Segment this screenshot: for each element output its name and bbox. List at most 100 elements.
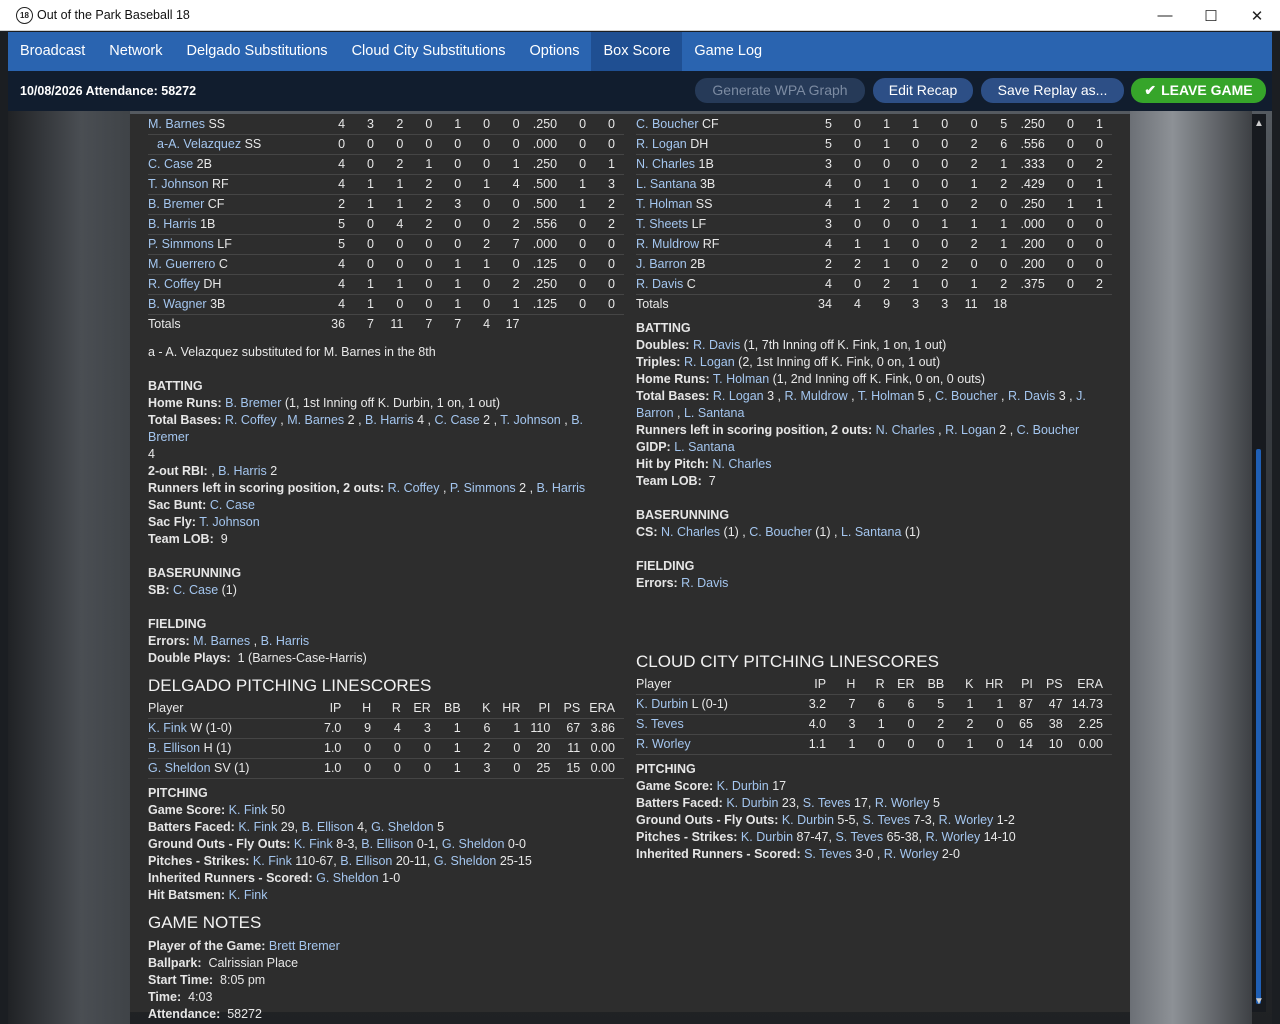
player-link[interactable]: T. Johnson xyxy=(500,413,560,427)
menu-broadcast[interactable]: Broadcast xyxy=(8,32,97,71)
scroll-down-icon[interactable]: ▼ xyxy=(1254,996,1264,1007)
scroll-up-icon[interactable]: ▲ xyxy=(1254,118,1264,129)
player-link[interactable]: C. Case xyxy=(148,157,193,171)
menu-box-score[interactable]: Box Score xyxy=(591,32,683,71)
player-link[interactable]: M. Barnes xyxy=(287,413,344,427)
player-link[interactable]: R. Davis xyxy=(693,338,740,352)
player-link[interactable]: R. Worley xyxy=(636,737,691,751)
player-link[interactable]: C. Case xyxy=(210,498,255,512)
player-link[interactable]: N. Charles xyxy=(712,457,771,471)
player-link[interactable]: L. Santana xyxy=(636,177,696,191)
player-link[interactable]: B. Ellison xyxy=(340,854,392,868)
player-link[interactable]: G. Sheldon xyxy=(316,871,379,885)
player-link[interactable]: J. Barron xyxy=(636,257,687,271)
player-link[interactable]: R. Coffey xyxy=(388,481,440,495)
player-link[interactable]: K. Durbin xyxy=(636,697,688,711)
player-link[interactable]: R. Logan xyxy=(636,137,687,151)
player-link[interactable]: R. Logan xyxy=(713,389,764,403)
menu-game-log[interactable]: Game Log xyxy=(682,32,774,71)
player-link[interactable]: Brett Bremer xyxy=(269,939,340,953)
player-link[interactable]: B. Bremer xyxy=(225,396,281,410)
player-link[interactable]: M. Barnes xyxy=(148,117,205,131)
player-link[interactable]: T. Holman xyxy=(636,197,692,211)
player-link[interactable]: K. Durbin xyxy=(741,830,793,844)
player-link[interactable]: L. Santana xyxy=(684,406,744,420)
player-link[interactable]: C. Boucher xyxy=(1017,423,1080,437)
player-link[interactable]: P. Simmons xyxy=(450,481,516,495)
player-link[interactable]: Barron xyxy=(636,406,674,420)
player-link[interactable]: M. Guerrero xyxy=(148,257,215,271)
player-link[interactable]: G. Sheldon xyxy=(148,761,211,775)
player-link[interactable]: G. Sheldon xyxy=(442,837,505,851)
player-link[interactable]: B. Harris xyxy=(365,413,414,427)
player-link[interactable]: T. Holman xyxy=(713,372,769,386)
player-link[interactable]: K. Durbin xyxy=(726,796,778,810)
player-link[interactable]: B. Ellison xyxy=(302,820,354,834)
player-link[interactable]: R. Logan xyxy=(684,355,735,369)
player-link[interactable]: N. Charles xyxy=(661,525,720,539)
menu-cloud-city-substitutions[interactable]: Cloud City Substitutions xyxy=(340,32,518,71)
minimize-icon[interactable]: — xyxy=(1142,0,1188,31)
menu-network[interactable]: Network xyxy=(97,32,174,71)
player-link[interactable]: C. Case xyxy=(173,583,218,597)
player-link[interactable]: T. Johnson xyxy=(199,515,259,529)
player-link[interactable]: B. Ellison xyxy=(148,741,200,755)
player-link[interactable]: N. Charles xyxy=(876,423,935,437)
player-link[interactable]: R. Davis xyxy=(636,277,683,291)
player-link[interactable]: R. Davis xyxy=(1008,389,1055,403)
player-link[interactable]: R. Worley xyxy=(939,813,994,827)
close-icon[interactable]: ✕ xyxy=(1234,0,1280,31)
player-link[interactable]: K. Fink xyxy=(148,721,187,735)
player-link[interactable]: P. Simmons xyxy=(148,237,214,251)
player-link[interactable]: N. Charles xyxy=(636,157,695,171)
player-link[interactable]: R. Davis xyxy=(681,576,728,590)
player-link[interactable]: B. Harris xyxy=(148,217,197,231)
vertical-scrollbar[interactable]: ▲ ▼ xyxy=(1252,114,1266,1012)
player-link[interactable]: K. Fink xyxy=(229,888,268,902)
player-link[interactable]: T. Johnson xyxy=(148,177,208,191)
player-link[interactable]: R. Worley xyxy=(926,830,981,844)
leave-game-button[interactable]: ✔ LEAVE GAME xyxy=(1131,78,1266,103)
player-link[interactable]: S. Teves xyxy=(636,717,684,731)
menu-options[interactable]: Options xyxy=(518,32,592,71)
player-link[interactable]: R. Coffey xyxy=(148,277,200,291)
player-link[interactable]: C. Case xyxy=(435,413,480,427)
player-link[interactable]: T. Holman xyxy=(858,389,914,403)
player-link[interactable]: C. Boucher xyxy=(636,117,699,131)
player-link[interactable]: B. Bremer xyxy=(148,197,204,211)
edit-recap-button[interactable]: Edit Recap xyxy=(873,78,973,103)
player-link[interactable]: R. Muldrow xyxy=(784,389,847,403)
player-link[interactable]: R. Muldrow xyxy=(636,237,699,251)
player-link[interactable]: K. Durbin xyxy=(782,813,834,827)
player-link[interactable]: K. Fink xyxy=(238,820,277,834)
player-link[interactable]: B. Harris xyxy=(537,481,586,495)
player-link[interactable]: S. Teves xyxy=(804,847,852,861)
player-link[interactable]: K. Fink xyxy=(253,854,292,868)
maximize-icon[interactable]: ☐ xyxy=(1188,0,1234,31)
player-link[interactable]: B. Wagner xyxy=(148,297,207,311)
player-link[interactable]: B. Harris xyxy=(218,464,267,478)
player-link[interactable]: B. Harris xyxy=(261,634,310,648)
player-link[interactable]: T. Sheets xyxy=(636,217,688,231)
player-link[interactable]: J. xyxy=(1076,389,1086,403)
generate-wpa-graph-button[interactable]: Generate WPA Graph xyxy=(695,78,865,103)
player-link[interactable]: R. Worley xyxy=(884,847,939,861)
player-link[interactable]: G. Sheldon xyxy=(371,820,434,834)
player-link[interactable]: R. Worley xyxy=(875,796,930,810)
player-link[interactable]: G. Sheldon xyxy=(434,854,497,868)
player-link[interactable]: R. Logan xyxy=(945,423,996,437)
player-link[interactable]: K. Durbin xyxy=(717,779,769,793)
player-link[interactable]: C. Boucher xyxy=(749,525,812,539)
save-replay-button[interactable]: Save Replay as... xyxy=(981,78,1124,103)
player-link[interactable]: M. Barnes xyxy=(193,634,250,648)
player-link[interactable]: C. Boucher xyxy=(935,389,998,403)
player-link[interactable]: K. Fink xyxy=(229,803,268,817)
player-link[interactable]: S. Teves xyxy=(803,796,851,810)
menu-delgado-substitutions[interactable]: Delgado Substitutions xyxy=(174,32,339,71)
player-link[interactable]: B. Ellison xyxy=(361,837,413,851)
player-link[interactable]: S. Teves xyxy=(835,830,883,844)
player-link[interactable]: L. Santana xyxy=(674,440,734,454)
player-link[interactable]: K. Fink xyxy=(294,837,333,851)
player-link[interactable]: R. Coffey xyxy=(225,413,277,427)
player-link[interactable]: S. Teves xyxy=(862,813,910,827)
